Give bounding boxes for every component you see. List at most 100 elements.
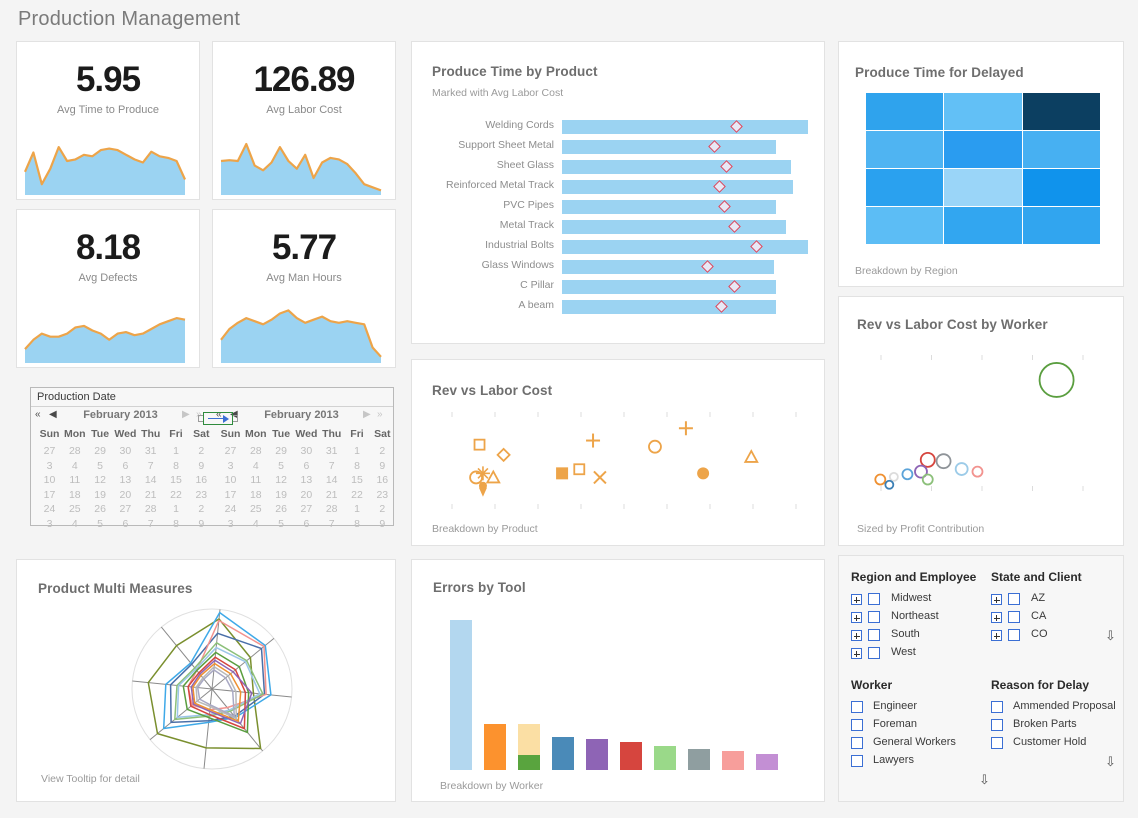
radar-chart[interactable] xyxy=(107,604,317,774)
filter-item[interactable]: CA xyxy=(991,610,1121,626)
filter-item[interactable]: Customer Hold xyxy=(991,736,1121,752)
bar-fill[interactable] xyxy=(562,220,786,234)
error-bar[interactable] xyxy=(722,750,744,770)
filter-item[interactable]: CO xyxy=(991,628,1121,644)
heatmap-cell[interactable] xyxy=(944,169,1022,206)
filter-item[interactable]: Lawyers xyxy=(851,754,981,770)
filter-checkbox[interactable] xyxy=(851,719,863,731)
filter-checkbox[interactable] xyxy=(851,755,863,767)
error-bar[interactable] xyxy=(552,737,574,770)
bar-fill[interactable] xyxy=(562,280,776,294)
filter-checkbox[interactable] xyxy=(991,701,1003,713)
heatmap-cell[interactable] xyxy=(866,93,944,130)
bubble-point[interactable] xyxy=(888,471,899,482)
calendar-first-button[interactable]: « xyxy=(35,409,41,420)
bar-fill[interactable] xyxy=(562,120,808,134)
error-bar[interactable] xyxy=(756,753,778,770)
production-date-filter[interactable]: Production Date «◀ February 2013 ▶» Sun Mon T… xyxy=(30,387,397,530)
calendar-day[interactable]: 9 xyxy=(187,460,216,472)
calendar-prev-button[interactable]: ◀ xyxy=(49,409,57,420)
heatmap-cell[interactable] xyxy=(866,131,944,168)
expand-plus-icon[interactable] xyxy=(851,630,862,641)
scatter-point-plus[interactable] xyxy=(586,433,601,448)
expand-plus-icon[interactable] xyxy=(851,594,862,605)
calendar-day[interactable]: 23 xyxy=(368,489,397,501)
error-bar[interactable] xyxy=(654,746,676,770)
bubble-point[interactable] xyxy=(971,465,984,478)
scatter-point-pin[interactable] xyxy=(478,481,487,497)
error-bar-segment[interactable] xyxy=(518,755,540,770)
filter-checkbox[interactable] xyxy=(1008,629,1020,641)
bar-row[interactable]: A beam xyxy=(422,299,816,314)
bar-fill[interactable] xyxy=(562,300,776,314)
calendar-day[interactable]: 2 xyxy=(187,503,216,515)
heatmap-cell[interactable] xyxy=(866,207,944,244)
error-bar[interactable] xyxy=(484,723,506,770)
filter-checkbox[interactable] xyxy=(851,737,863,749)
scatter-point-triangle-open[interactable] xyxy=(743,449,759,463)
filter-item[interactable]: South xyxy=(851,628,981,644)
scatter-point-circle-filled[interactable] xyxy=(697,467,710,480)
filter-checkbox[interactable] xyxy=(991,737,1003,749)
calendar-day[interactable]: 16 xyxy=(368,474,397,486)
calendar-day[interactable]: 2 xyxy=(187,445,216,457)
scroll-down-icon[interactable]: ⇩ xyxy=(1105,754,1116,770)
scroll-down-icon[interactable]: ⇩ xyxy=(1105,628,1116,644)
bubble-point[interactable] xyxy=(954,462,969,476)
scroll-down-icon[interactable]: ⇩ xyxy=(979,772,990,788)
bar-chart[interactable]: Welding Cords Support Sheet Metal Sheet Gl… xyxy=(422,119,816,335)
expand-plus-icon[interactable] xyxy=(851,612,862,623)
expand-plus-icon[interactable] xyxy=(851,648,862,659)
expand-plus-icon[interactable] xyxy=(991,612,1002,623)
heatmap-chart[interactable] xyxy=(866,93,1101,245)
calendar-day[interactable]: 9 xyxy=(368,518,397,530)
scatter-point-square-open[interactable] xyxy=(573,463,586,476)
filter-checkbox[interactable] xyxy=(868,593,880,605)
bar-row[interactable]: C Pillar xyxy=(422,279,816,294)
bubble-point[interactable] xyxy=(935,453,952,470)
bar-fill[interactable] xyxy=(562,180,794,194)
heatmap-cell[interactable] xyxy=(866,169,944,206)
scatter-point-square-open[interactable] xyxy=(473,438,486,451)
scatter-point-square-filled[interactable] xyxy=(556,467,569,480)
filter-checkbox[interactable] xyxy=(1008,611,1020,623)
calendar-next-button[interactable]: ▶ xyxy=(182,409,190,420)
heatmap-cell[interactable] xyxy=(1022,93,1100,130)
expand-plus-icon[interactable] xyxy=(991,594,1002,605)
bubble-point[interactable] xyxy=(901,468,914,481)
bubble-point[interactable] xyxy=(921,473,934,486)
filter-list[interactable]: Region and Employee Midwest Northeast South… xyxy=(839,556,1125,803)
scatter-chart[interactable] xyxy=(430,406,810,514)
kpi-card-avg-labor-cost[interactable]: 126.89 Avg Labor Cost xyxy=(212,41,396,200)
heatmap-cell[interactable] xyxy=(944,93,1022,130)
bar-row[interactable]: Metal Track xyxy=(422,219,816,234)
filter-item[interactable]: Engineer xyxy=(851,700,981,716)
bar-row[interactable]: PVC Pipes xyxy=(422,199,816,214)
kpi-card-avg-defects[interactable]: 8.18 Avg Defects xyxy=(16,209,200,368)
expand-plus-icon[interactable] xyxy=(991,630,1002,641)
filter-checkbox[interactable] xyxy=(851,701,863,713)
scatter-point-diamond-open[interactable] xyxy=(496,447,511,463)
bubble-point[interactable] xyxy=(884,479,895,490)
filter-item[interactable]: West xyxy=(851,646,981,662)
calendar-day[interactable]: 16 xyxy=(187,474,216,486)
bar-row[interactable]: Reinforced Metal Track xyxy=(422,179,816,194)
bubble-point[interactable] xyxy=(1038,362,1075,398)
bar-row[interactable]: Support Sheet Metal xyxy=(422,139,816,154)
bubble-point[interactable] xyxy=(919,451,936,468)
filter-item[interactable]: Ammended Proposal xyxy=(991,700,1121,716)
heatmap-cell[interactable] xyxy=(944,207,1022,244)
bar-fill[interactable] xyxy=(562,260,774,274)
calendar-day[interactable]: 9 xyxy=(368,460,397,472)
filter-item[interactable]: General Workers xyxy=(851,736,981,752)
calendar-next-button[interactable]: ▶ xyxy=(363,409,371,420)
calendar-nav[interactable]: «◀ February 2013 ▶» xyxy=(31,407,212,426)
bar-fill[interactable] xyxy=(562,240,808,254)
calendar-nav[interactable]: «◀ February 2013 ▶» xyxy=(212,407,393,426)
kpi-card-avg-time-to-produce[interactable]: 5.95 Avg Time to Produce xyxy=(16,41,200,200)
heatmap-cell[interactable] xyxy=(1022,207,1100,244)
bar-fill[interactable] xyxy=(562,140,776,154)
bar-row[interactable]: Glass Windows xyxy=(422,259,816,274)
calendar-last-button[interactable]: » xyxy=(377,409,383,420)
calendar-day[interactable]: 9 xyxy=(187,518,216,530)
